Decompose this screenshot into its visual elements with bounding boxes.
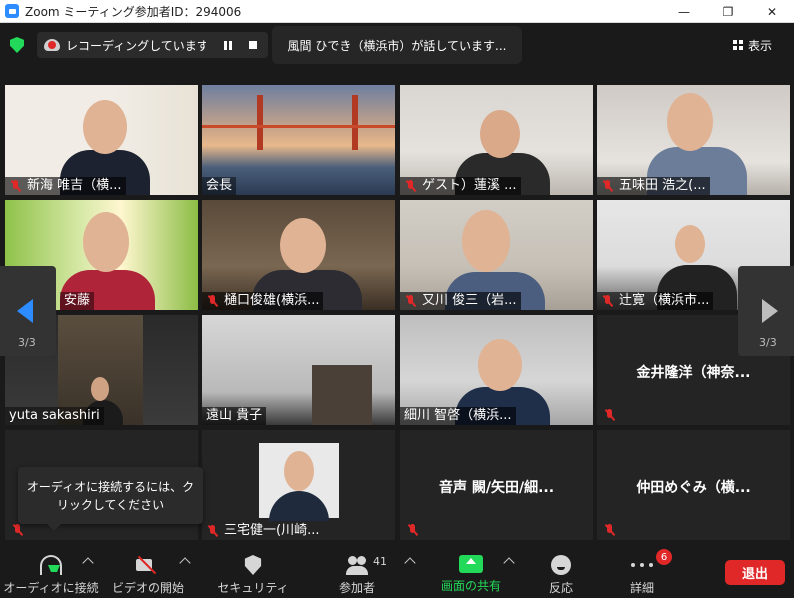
cloud-recording-icon (44, 39, 60, 51)
security-shield-icon (244, 555, 262, 575)
muted-mic-icon (603, 409, 617, 421)
participant-name: 三宅健一(川崎... (202, 522, 323, 540)
participant-name: 安藤 (60, 292, 95, 310)
share-screen-label: 画面の共有 (440, 579, 501, 593)
arrow-left-icon (17, 299, 33, 323)
close-icon[interactable]: ✕ (750, 0, 794, 23)
security-label: セキュリティ (217, 581, 289, 595)
participant-name: 五味田 浩之(... (597, 177, 710, 195)
muted-mic-icon (206, 295, 220, 307)
participant-name: 会長 (202, 177, 237, 195)
participants-count: 41 (373, 555, 387, 568)
zoom-app-icon (5, 4, 19, 18)
page-indicator: 3/3 (759, 336, 777, 349)
muted-mic-icon (404, 180, 418, 192)
participant-name: 辻寛（横浜市... (597, 292, 714, 310)
page-indicator: 3/3 (18, 336, 36, 349)
video-tile[interactable]: 樋口俊雄(横浜... (202, 200, 395, 310)
participants-options-caret-icon[interactable] (404, 557, 416, 569)
reactions-label: 反応 (548, 581, 573, 595)
tooltip-line: オーディオに接続するには、ク (26, 480, 195, 494)
leave-button[interactable]: 退出 (725, 560, 785, 585)
video-tile[interactable]: 又川 俊三（岩... (400, 200, 593, 310)
video-tile[interactable]: 新海 唯吉（横... (5, 85, 198, 195)
start-video-button[interactable]: ビデオの開始 (108, 543, 188, 598)
minimize-icon[interactable]: — (662, 0, 706, 23)
next-page-button[interactable]: 3/3 (738, 266, 794, 356)
title-bar: Zoom ミーティング参加者ID：294006 — ❐ ✕ (0, 0, 794, 23)
start-video-label: ビデオの開始 (111, 581, 184, 595)
tooltip-line: リックしてください (56, 498, 165, 512)
video-tile[interactable]: 細川 智啓（横浜... (400, 315, 593, 425)
video-tile[interactable]: ゲスト）蓮溪 ... (400, 85, 593, 195)
video-tile[interactable]: 五味田 浩之(... (597, 85, 790, 195)
participant-name: 音声 闕/矢田/細... (438, 480, 555, 496)
participant-name: 細川 智啓（横浜... (400, 407, 516, 425)
view-button[interactable]: 表示 (733, 32, 789, 58)
encryption-shield-icon[interactable] (10, 37, 24, 53)
participant-name: yuta sakashiri (5, 407, 104, 425)
grid-view-icon (733, 40, 743, 50)
share-screen-button[interactable]: 画面の共有 (436, 543, 506, 598)
video-off-icon (136, 555, 160, 575)
participant-name: 新海 唯吉（横... (5, 177, 126, 195)
reactions-button[interactable]: 反応 (540, 543, 582, 598)
active-speaker-banner: 風間 ひでき（横浜市）が話しています... (272, 26, 522, 64)
arrow-right-icon (762, 299, 778, 323)
video-tile[interactable]: 会長 (202, 85, 395, 195)
muted-mic-icon (601, 295, 615, 307)
video-tile[interactable]: 三宅健一(川崎... (202, 430, 395, 540)
audio-tooltip[interactable]: オーディオに接続するには、ク リックしてください (18, 467, 203, 531)
more-icon (631, 555, 653, 575)
participant-tile-no-video[interactable]: 仲田めぐみ（横... (597, 430, 790, 540)
meeting-top-bar: レコーディングしています... 風間 ひでき（横浜市）が話しています... 表示 (0, 23, 794, 69)
reactions-icon (551, 555, 571, 575)
more-button[interactable]: 詳細 (622, 543, 662, 598)
recording-indicator: レコーディングしています... (37, 32, 268, 58)
participant-name: 遠山 貴子 (202, 407, 267, 425)
window-controls: — ❐ ✕ (662, 0, 794, 23)
participant-tile-no-video[interactable]: 音声 闕/矢田/細... (400, 430, 593, 540)
stop-recording-icon[interactable] (249, 41, 257, 49)
muted-mic-icon (603, 524, 617, 536)
join-audio-button[interactable]: オーディオに接続 (3, 543, 99, 598)
share-screen-icon (459, 555, 483, 573)
video-tile[interactable]: 遠山 貴子 (202, 315, 395, 425)
muted-mic-icon (9, 180, 23, 192)
muted-mic-icon (206, 525, 220, 537)
more-label: 詳細 (629, 581, 654, 595)
participants-button[interactable]: 参加者 (328, 543, 386, 598)
muted-mic-icon (406, 524, 420, 536)
muted-mic-icon (11, 524, 25, 536)
view-label: 表示 (748, 38, 773, 53)
participant-name: 仲田めぐみ（横... (636, 480, 751, 496)
participant-name: 樋口俊雄(横浜... (202, 292, 324, 310)
window-title: Zoom ミーティング参加者ID：294006 (25, 4, 242, 19)
participants-label: 参加者 (338, 581, 375, 595)
maximize-icon[interactable]: ❐ (706, 0, 750, 23)
participants-icon (346, 555, 368, 575)
join-audio-label: オーディオに接続 (3, 581, 99, 595)
participant-name: 又川 俊三（岩... (400, 292, 521, 310)
previous-page-button[interactable]: 3/3 (0, 266, 56, 356)
meeting-toolbar: オーディオに接続 ビデオの開始 セキュリティ 参加者 41 画面の共有 反応 詳… (0, 543, 794, 598)
notification-badge: 6 (656, 549, 672, 565)
muted-mic-icon (404, 295, 418, 307)
recording-text: レコーディングしています... (66, 38, 206, 53)
security-button[interactable]: セキュリティ (217, 543, 289, 598)
pause-recording-icon[interactable] (224, 40, 232, 50)
headphones-icon (40, 555, 62, 575)
participant-name: 金井隆洋（神奈... (636, 365, 751, 381)
muted-mic-icon (601, 180, 615, 192)
zoom-meeting-window: Zoom ミーティング参加者ID：294006 — ❐ ✕ レコーディングしてい… (0, 0, 794, 598)
participant-name: ゲスト）蓮溪 ... (400, 177, 521, 195)
